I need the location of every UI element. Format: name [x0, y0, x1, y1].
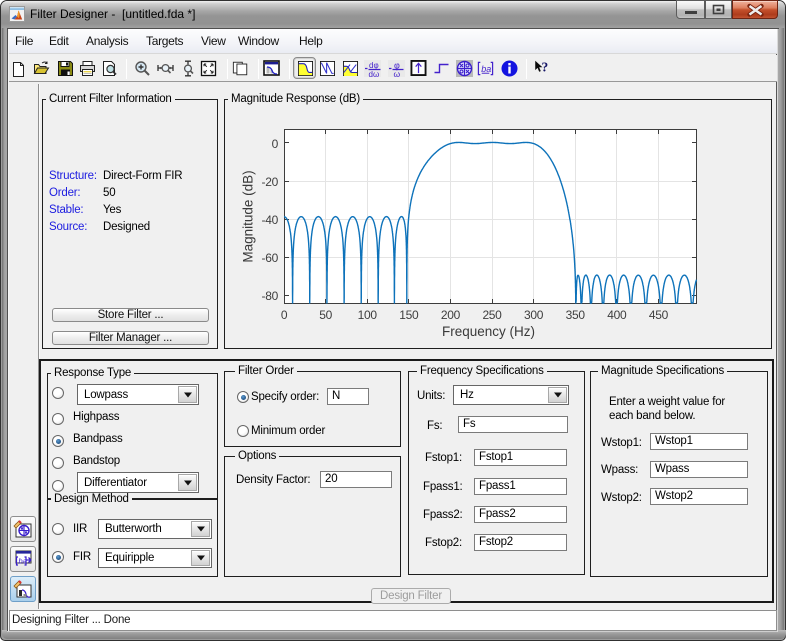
svg-text:ω: ω: [393, 69, 400, 77]
svg-text:ba: ba: [19, 557, 27, 566]
svg-text:dω: dω: [369, 70, 380, 77]
svg-text:ba: ba: [481, 64, 491, 74]
svg-text:dφ: dφ: [369, 61, 379, 70]
svg-text:?: ?: [541, 60, 548, 75]
